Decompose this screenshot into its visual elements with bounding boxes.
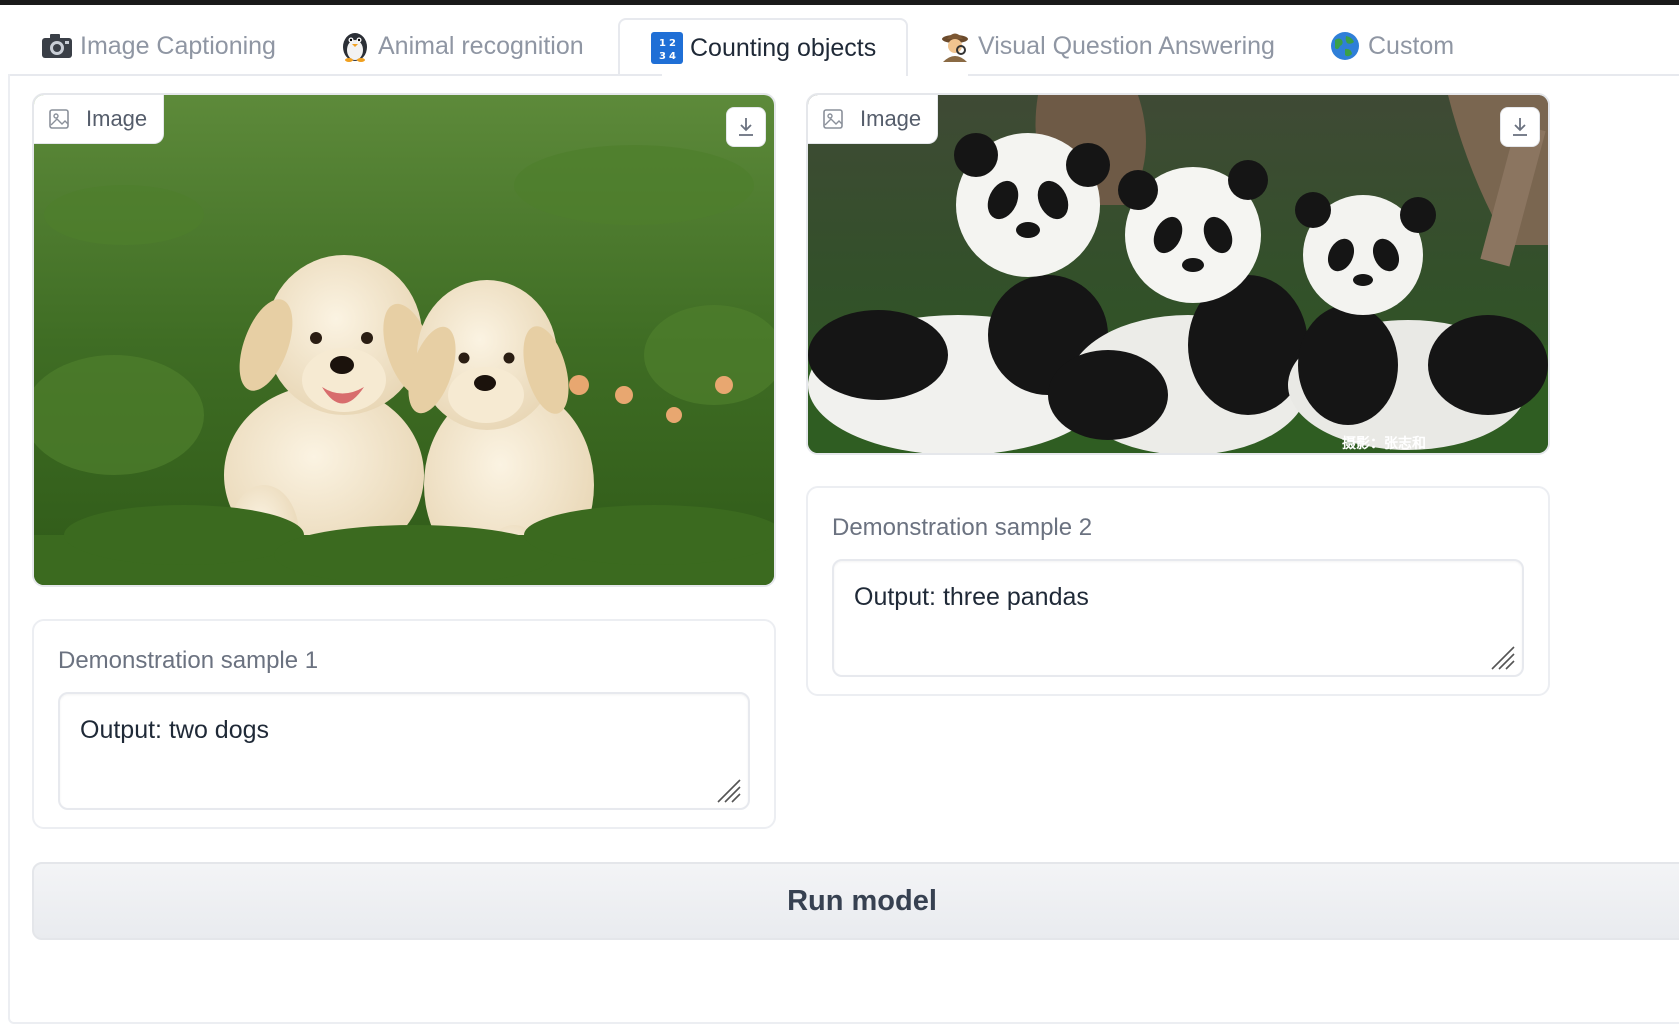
resize-handle-icon[interactable] <box>714 776 742 804</box>
tab-animal-recognition[interactable]: Animal recognition <box>338 18 584 74</box>
globe-icon <box>1328 29 1362 63</box>
penguin-icon <box>338 29 372 63</box>
textarea-value: Output: two dogs <box>80 716 270 744</box>
svg-text:2: 2 <box>669 38 676 49</box>
tab-label: Counting objects <box>690 33 877 62</box>
resize-handle-icon[interactable] <box>1488 643 1516 671</box>
svg-text:1: 1 <box>659 38 666 49</box>
image-label-text: Image <box>860 106 922 131</box>
textarea-value: Output: three pandas <box>854 583 1089 611</box>
image-icon <box>49 109 69 129</box>
download-icon <box>739 118 753 136</box>
tab-counting-objects[interactable]: 1 2 3 4 Counting objects <box>618 18 909 76</box>
tab-label: Custom <box>1368 31 1455 60</box>
image-label-text: Image <box>86 106 148 131</box>
tab-label: Animal recognition <box>378 31 584 60</box>
demonstration-sample-2-card: Demonstration sample 2 Output: three pan… <box>806 486 1550 696</box>
demonstration-sample-label: Demonstration sample 1 <box>58 647 319 674</box>
run-model-label: Run model <box>787 884 937 917</box>
run-model-button[interactable]: Run model <box>32 862 1679 940</box>
photo-watermark: 摄影：张志和 <box>1342 435 1426 452</box>
download-button[interactable] <box>726 107 766 147</box>
demonstration-sample-1-card: Demonstration sample 1 Output: two dogs <box>32 619 776 829</box>
tab-custom[interactable]: Custom <box>1328 18 1454 74</box>
image-label-badge: Image <box>34 95 165 144</box>
svg-text:3: 3 <box>659 51 666 62</box>
image-icon <box>823 109 843 129</box>
svg-text:4: 4 <box>669 51 676 62</box>
camera-icon <box>40 29 74 63</box>
puppies-photo <box>34 95 774 585</box>
download-button[interactable] <box>1500 107 1540 147</box>
detective-icon <box>938 29 972 63</box>
pandas-photo: 摄影：张志和 <box>808 95 1548 453</box>
tab-image-captioning[interactable]: Image Captioning <box>40 18 276 74</box>
tab-label: Image Captioning <box>80 31 276 60</box>
download-icon <box>1513 118 1527 136</box>
tab-label: Visual Question Answering <box>978 31 1275 60</box>
demonstration-sample-1-textarea[interactable]: Output: two dogs <box>58 692 750 810</box>
tab-bar: Image Captioning Animal recognition 1 2 … <box>0 18 1679 76</box>
window-top-bar <box>0 0 1679 5</box>
image-component-1: Image <box>32 93 776 587</box>
image-label-badge: Image <box>808 95 939 144</box>
input-numbers-icon: 1 2 3 4 <box>650 31 684 65</box>
tab-visual-question-answering[interactable]: Visual Question Answering <box>938 18 1275 74</box>
demonstration-sample-label: Demonstration sample 2 <box>832 514 1093 541</box>
image-component-2: 摄影：张志和 Image <box>806 93 1550 455</box>
demonstration-sample-2-textarea[interactable]: Output: three pandas <box>832 559 1524 677</box>
